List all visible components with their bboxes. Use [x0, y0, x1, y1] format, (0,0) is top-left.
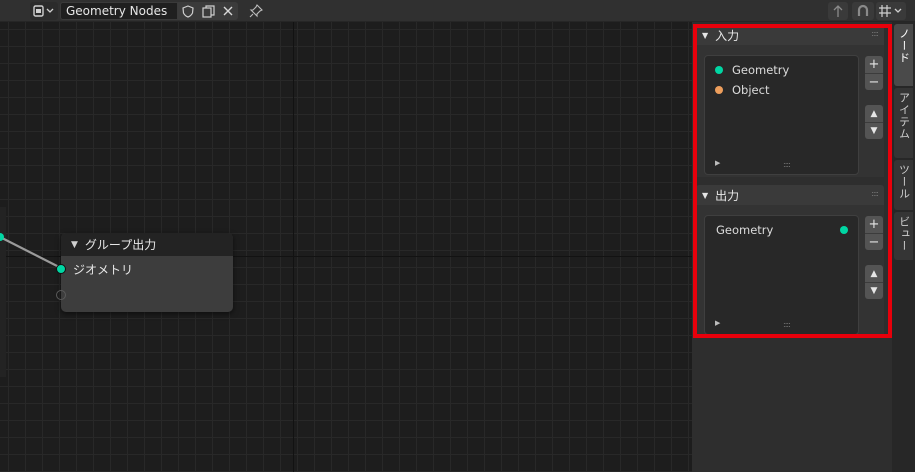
list-item[interactable]: Object [705, 80, 858, 100]
list-resize-grip-icon[interactable]: :::: [783, 160, 791, 169]
group-output-node[interactable]: ▼ グループ出力 ジオメトリ [56, 233, 233, 312]
remove-input-button[interactable]: − [865, 73, 883, 90]
fake-user-button[interactable] [178, 2, 198, 20]
node-tree-name-field[interactable]: Geometry Nodes [60, 2, 178, 20]
editor-type-dropdown[interactable] [30, 2, 58, 20]
node-title: グループ出力 [84, 238, 157, 252]
unlink-button[interactable] [218, 2, 238, 20]
inputs-list[interactable]: Geometry Object ▶ :::: [704, 55, 859, 175]
list-item[interactable]: Geometry [705, 60, 858, 80]
grid-axis-vertical [293, 22, 294, 472]
list-item-label: Object [732, 83, 770, 97]
socket-color-icon [715, 66, 723, 74]
grid-snap-icon [879, 5, 902, 17]
socket-color-icon [715, 86, 723, 94]
drag-grip-icon[interactable]: :::: [871, 29, 879, 38]
snap-type-dropdown[interactable] [876, 2, 906, 20]
empty-socket[interactable] [56, 290, 66, 300]
duplicate-icon [201, 4, 215, 18]
remove-output-button[interactable]: − [865, 233, 883, 250]
sidebar-tab-strip: ノード アイテム ツール ビュー [892, 22, 915, 472]
geometry-socket[interactable] [56, 264, 66, 274]
move-input-down-button[interactable]: ▼ [865, 122, 883, 139]
node-header[interactable]: ▼ グループ出力 [61, 233, 233, 256]
editor-header: Geometry Nodes [0, 0, 915, 22]
snap-toggle[interactable] [852, 2, 874, 20]
tab-tool[interactable]: ツール [894, 160, 913, 210]
pin-button[interactable] [246, 2, 266, 20]
tab-item[interactable]: アイテム [894, 88, 913, 158]
magnet-icon [857, 4, 869, 16]
list-resize-grip-icon[interactable]: :::: [783, 320, 791, 329]
x-icon [223, 6, 233, 16]
list-item-label: Geometry [732, 63, 790, 77]
add-output-button[interactable]: + [865, 216, 883, 233]
sidebar-panel: ▼ 入力 :::: Geometry Object ▶ :::: + − ▲ ▼… [692, 22, 892, 472]
add-input-button[interactable]: + [865, 56, 883, 73]
tab-node[interactable]: ノード [894, 24, 913, 86]
shield-icon [182, 4, 194, 18]
drag-grip-icon[interactable]: :::: [871, 189, 879, 198]
list-item[interactable]: Geometry [705, 220, 858, 240]
list-filter-toggle-icon[interactable]: ▶ [715, 319, 720, 327]
duplicate-button[interactable] [198, 2, 218, 20]
pin-icon [249, 4, 263, 18]
collapse-triangle-icon[interactable]: ▼ [71, 240, 78, 250]
list-item-label: Geometry [716, 223, 774, 237]
panel-collapse-icon: ▼ [702, 190, 709, 200]
socket-label: ジオメトリ [73, 263, 134, 277]
outputs-list[interactable]: Geometry ▶ :::: [704, 215, 859, 335]
outputs-panel-header[interactable]: ▼ 出力 :::: [696, 185, 884, 205]
move-output-down-button[interactable]: ▼ [865, 282, 883, 299]
socket-color-icon [840, 226, 848, 234]
panel-collapse-icon: ▼ [702, 30, 709, 40]
parent-node-tree-button[interactable] [828, 2, 848, 20]
move-output-up-button[interactable]: ▲ [865, 265, 883, 282]
node-editor-icon [33, 5, 54, 17]
outputs-panel-title: 出力 [715, 188, 740, 203]
inputs-panel-body: Geometry Object ▶ :::: + − ▲ ▼ [696, 45, 884, 177]
inputs-panel-header[interactable]: ▼ 入力 :::: [696, 25, 884, 45]
tab-view[interactable]: ビュー [894, 212, 913, 260]
move-input-up-button[interactable]: ▲ [865, 105, 883, 122]
arrow-up-icon [833, 5, 843, 17]
list-filter-toggle-icon[interactable]: ▶ [715, 159, 720, 167]
inputs-panel-title: 入力 [715, 28, 740, 43]
outputs-panel-body: Geometry ▶ :::: + − ▲ ▼ [696, 205, 884, 335]
